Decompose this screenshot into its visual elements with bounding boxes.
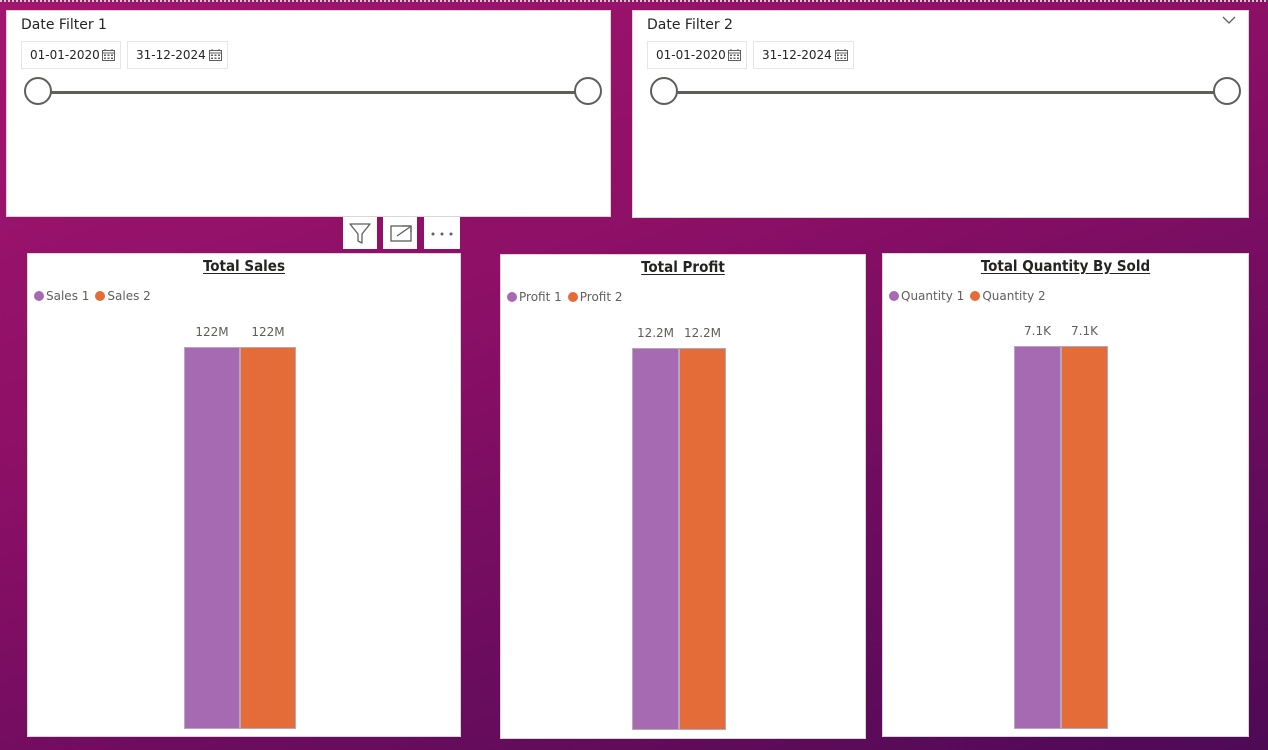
calendar-icon[interactable] <box>209 49 222 61</box>
legend-item[interactable]: Profit 1 <box>507 290 562 304</box>
calendar-icon[interactable] <box>102 49 115 61</box>
legend-dot <box>970 291 981 301</box>
legend-item[interactable]: Sales 2 <box>95 289 151 303</box>
slider-end-handle[interactable] <box>1213 77 1241 105</box>
legend-dot <box>95 291 106 301</box>
focus-mode-button[interactable] <box>383 217 417 249</box>
date-filter-1-slicer[interactable]: Date Filter 1 01-01-2020 31-12-2024 <box>6 10 611 217</box>
bar-sales-1[interactable] <box>184 347 240 729</box>
legend-dot <box>34 291 44 301</box>
bar-quantity-2[interactable] <box>1061 346 1108 729</box>
legend-label: Profit 1 <box>519 290 562 304</box>
top-border <box>0 0 1268 2</box>
slider-start-handle[interactable] <box>24 77 52 105</box>
more-options-button[interactable] <box>424 217 460 249</box>
start-date-value: 01-01-2020 <box>656 48 726 62</box>
chart-legend: Quantity 1 Quantity 2 <box>889 289 1052 303</box>
legend-item[interactable]: Sales 1 <box>34 289 89 303</box>
end-date-input[interactable]: 31-12-2024 <box>753 41 854 69</box>
chart-title: Total Quantity By Sold <box>980 257 1151 275</box>
slicer-title: Date Filter 1 <box>21 17 107 33</box>
bar-quantity-1[interactable] <box>1014 346 1061 729</box>
end-date-value: 31-12-2024 <box>136 48 206 62</box>
filter-icon <box>349 223 371 244</box>
legend-item[interactable]: Quantity 1 <box>889 289 964 303</box>
chart-title: Total Profit <box>641 258 725 276</box>
slider-end-handle[interactable] <box>574 77 602 105</box>
data-label: 122M <box>195 325 229 339</box>
chart-title: Total Sales <box>203 257 285 275</box>
chart-legend: Sales 1 Sales 2 <box>34 289 157 303</box>
start-date-value: 01-01-2020 <box>30 48 100 62</box>
data-label: 12.2M <box>683 326 722 340</box>
more-options-icon <box>431 232 453 236</box>
legend-label: Quantity 1 <box>901 289 965 303</box>
filter-button[interactable] <box>343 217 377 249</box>
legend-label: Quantity 2 <box>982 289 1046 303</box>
chevron-down-icon[interactable] <box>1222 15 1236 25</box>
focus-mode-icon <box>390 225 412 242</box>
slicer-title: Date Filter 2 <box>647 17 733 33</box>
legend-item[interactable]: Quantity 2 <box>970 289 1046 303</box>
end-date-value: 31-12-2024 <box>762 48 832 62</box>
slider-track[interactable] <box>37 91 587 94</box>
slider-start-handle[interactable] <box>650 77 678 105</box>
date-filter-2-slicer[interactable]: Date Filter 2 01-01-2020 31-12-2024 <box>632 10 1249 218</box>
start-date-input[interactable]: 01-01-2020 <box>647 41 747 69</box>
total-sales-chart[interactable]: Total Sales Sales 1 Sales 2 122M 122M <box>27 253 461 737</box>
start-date-input[interactable]: 01-01-2020 <box>21 41 121 69</box>
legend-dot <box>507 292 517 302</box>
chart-legend: Profit 1 Profit 2 <box>507 290 629 304</box>
data-label: 7.1K <box>1071 324 1098 338</box>
legend-label: Profit 2 <box>579 290 623 304</box>
calendar-icon[interactable] <box>728 49 741 61</box>
legend-item[interactable]: Profit 2 <box>567 290 623 304</box>
total-profit-chart[interactable]: Total Profit Profit 1 Profit 2 12.2M 12.2M <box>500 254 866 739</box>
legend-label: Sales 2 <box>107 289 151 303</box>
slider-track[interactable] <box>663 91 1226 94</box>
calendar-icon[interactable] <box>835 49 848 61</box>
legend-dot <box>889 291 899 301</box>
legend-dot <box>567 292 578 302</box>
total-quantity-chart[interactable]: Total Quantity By Sold Quantity 1 Quantit… <box>882 253 1249 737</box>
bar-sales-2[interactable] <box>240 347 296 729</box>
end-date-input[interactable]: 31-12-2024 <box>127 41 228 69</box>
bar-profit-1[interactable] <box>632 348 679 730</box>
legend-label: Sales 1 <box>46 289 90 303</box>
data-label: 122M <box>251 325 285 339</box>
bar-profit-2[interactable] <box>679 348 726 730</box>
